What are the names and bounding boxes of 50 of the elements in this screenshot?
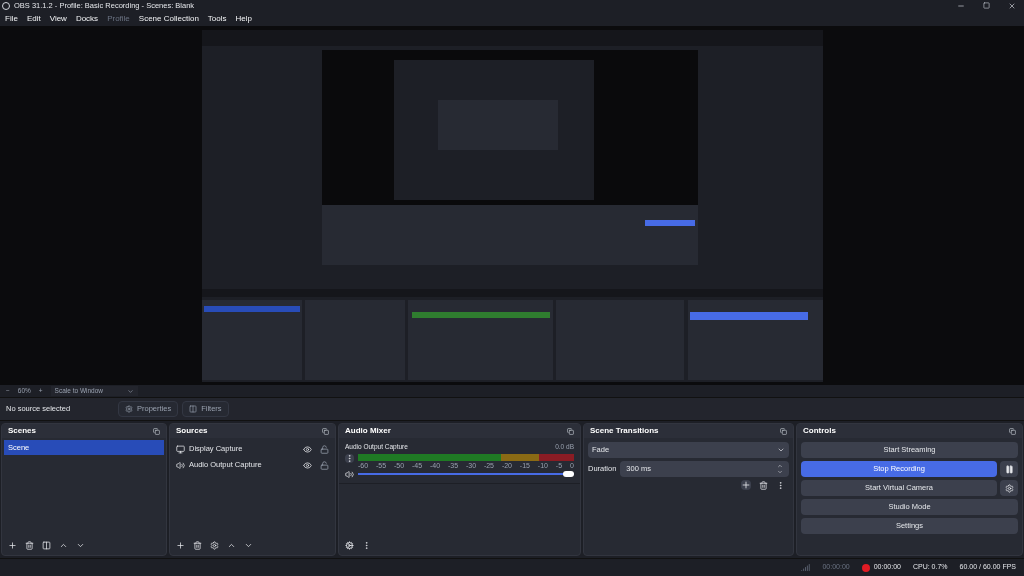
up-icon[interactable] [777, 463, 783, 469]
dock-title: Sources [176, 425, 208, 437]
speaker-icon[interactable] [345, 469, 354, 479]
dock-title: Audio Mixer [345, 425, 391, 437]
dots-icon[interactable] [776, 480, 785, 490]
filter-icon [189, 405, 198, 413]
menu-item[interactable]: View [49, 12, 67, 25]
trash-icon[interactable] [25, 540, 34, 550]
monitor-icon [176, 444, 185, 454]
trash-icon[interactable] [759, 480, 768, 490]
menu-item[interactable]: File [5, 12, 18, 25]
volume-slider[interactable] [358, 470, 574, 479]
caret-icon [127, 387, 135, 395]
speaker-icon [176, 460, 185, 470]
dots-icon[interactable] [345, 453, 354, 463]
unlock-icon[interactable] [320, 460, 329, 470]
eye-icon[interactable] [303, 444, 312, 454]
float-icon[interactable] [1009, 427, 1016, 435]
eye-icon[interactable] [303, 460, 312, 470]
gear-icon [125, 405, 133, 413]
dock-title: Scene Transitions [590, 425, 659, 437]
filter-icon[interactable] [42, 540, 51, 550]
gear-icon [1004, 483, 1014, 493]
add-icon[interactable] [8, 540, 17, 550]
float-icon[interactable] [567, 427, 574, 435]
menu-item[interactable]: Help [235, 12, 252, 25]
pause-icon [1004, 464, 1014, 474]
down-icon[interactable] [777, 469, 783, 475]
menu-item[interactable]: Edit [26, 12, 41, 25]
gears-icon[interactable] [345, 540, 354, 550]
dock-title: Controls [803, 425, 836, 437]
caret-icon [777, 446, 785, 454]
pause-button[interactable] [1000, 461, 1018, 477]
maximize-icon[interactable] [983, 2, 990, 9]
float-icon[interactable] [153, 427, 160, 435]
float-icon[interactable] [780, 427, 787, 435]
close-icon[interactable] [1008, 1, 1016, 10]
trash-icon[interactable] [193, 540, 202, 550]
camera-settings-button[interactable] [1000, 480, 1018, 496]
float-icon[interactable] [322, 427, 329, 435]
menu-item[interactable]: Tools [207, 12, 227, 25]
menu-item[interactable]: Docks [75, 12, 99, 25]
menu-item[interactable]: Scene Collection [138, 12, 199, 25]
dots-icon[interactable] [362, 540, 371, 550]
gear-icon[interactable] [210, 540, 219, 550]
dock-title: Scenes [8, 425, 37, 437]
add-icon[interactable] [741, 480, 751, 490]
unlock-icon[interactable] [320, 444, 329, 454]
signal-icon [801, 563, 811, 572]
add-icon[interactable] [176, 540, 185, 550]
